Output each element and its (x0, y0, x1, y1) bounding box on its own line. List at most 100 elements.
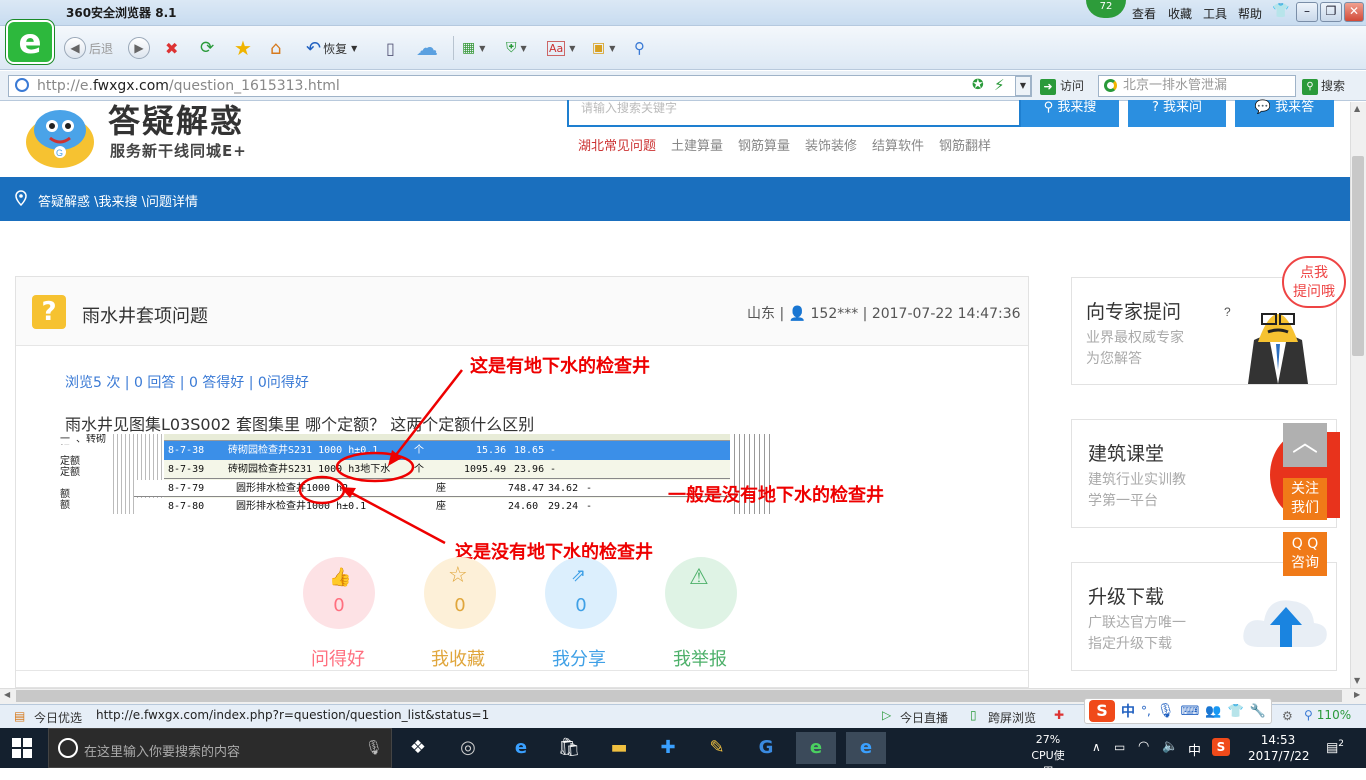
hotlink-decoration[interactable]: 装饰装修 (805, 135, 857, 154)
tray-chevron-icon[interactable]: ∧ (1092, 740, 1101, 754)
download-panel[interactable]: 升级下载 广联达官方唯一 指定升级下载 (1071, 562, 1337, 671)
settings-icon[interactable]: ⚙ (1282, 709, 1293, 723)
task-view-icon[interactable]: ❖ (400, 732, 436, 764)
refresh-icon[interactable]: ⟳ (200, 36, 214, 60)
like-label[interactable]: 问得好 (288, 645, 388, 671)
cross-screen-link[interactable]: 跨屏浏览 (988, 709, 1036, 726)
follow-us-button[interactable]: 关注 我们 (1283, 478, 1327, 520)
hotlink-hubei[interactable]: 湖北常见问题 (578, 135, 656, 154)
vertical-scroll-thumb[interactable] (1352, 156, 1364, 356)
ask-button[interactable]: ? 我来问 (1128, 100, 1226, 127)
store-icon[interactable]: 🛍 (551, 732, 587, 764)
cloud-icon[interactable]: ☁ (416, 36, 438, 61)
plus-icon[interactable]: ✚ (1054, 708, 1064, 722)
back-to-top-button[interactable]: ︿ (1283, 423, 1327, 467)
share-button[interactable]: ⇗ 0 (545, 557, 617, 629)
thumbs-up-icon: 👍 (329, 567, 352, 588)
scroll-right-icon[interactable]: ▶ (1354, 690, 1360, 699)
wifi-icon[interactable]: ◠ (1138, 739, 1149, 754)
hotlink-rebar-detailing[interactable]: 钢筋翻样 (939, 135, 991, 154)
zoom-icon[interactable]: ⚲ (634, 36, 645, 60)
gift-icon[interactable]: ▤ (14, 709, 25, 723)
favorite-label[interactable]: 我收藏 (408, 645, 508, 671)
app-plus-icon[interactable]: ✚ (650, 732, 686, 764)
menu-tools[interactable]: 工具 (1203, 5, 1227, 22)
speed-icon[interactable]: ✪ (972, 77, 984, 93)
qq-consult-button[interactable]: Q Q 咨询 (1283, 532, 1327, 576)
home-icon[interactable]: ⌂ (270, 36, 281, 60)
notes-icon[interactable]: ✎ (699, 732, 735, 764)
wrench-icon: 🔧 (1249, 703, 1266, 719)
today-picks-link[interactable]: 今日优选 (34, 709, 82, 726)
favorite-star-icon[interactable]: ★ (234, 36, 252, 60)
address-dropdown-icon[interactable]: ▼ (1015, 76, 1031, 96)
app-g-icon[interactable]: G (748, 732, 784, 764)
screenshot-icon[interactable]: ▣ ▼ (592, 36, 615, 60)
microphone-icon[interactable]: 🎙 (365, 740, 383, 756)
menu-help[interactable]: 帮助 (1238, 5, 1262, 22)
favorite-button[interactable]: ☆ 0 (424, 557, 496, 629)
maximize-button[interactable]: ❐ (1320, 2, 1342, 22)
phone-icon[interactable]: ▯ (970, 708, 977, 722)
browser-search-button[interactable]: ⚲ 搜索 (1302, 75, 1345, 97)
skin-icon[interactable]: 👕 (1272, 4, 1289, 18)
edge-icon[interactable]: e (503, 732, 539, 764)
report-label[interactable]: 我举报 (650, 645, 750, 671)
volume-icon[interactable]: 🔈 (1162, 739, 1178, 754)
report-button[interactable]: ⚠ (665, 557, 737, 629)
search-submit-button[interactable]: ⚲ 我来搜 (1021, 100, 1119, 127)
close-button[interactable]: ✕ (1344, 2, 1364, 22)
battery-icon[interactable]: ▭ (1114, 740, 1125, 754)
file-explorer-icon[interactable]: ▬ (601, 732, 637, 764)
lightning-icon[interactable]: ⚡ (994, 76, 1005, 94)
browser-360-taskbar-icon[interactable]: e (796, 732, 836, 764)
taskbar-clock[interactable]: 14:53 2017/7/22 (1248, 732, 1310, 764)
site-search-input[interactable]: 请输入搜索关键字 (567, 100, 1021, 127)
swirl-app-icon[interactable]: ◎ (450, 732, 486, 764)
stop-icon[interactable]: ✖ (165, 36, 178, 60)
question-title: 雨水井套项问题 (82, 306, 208, 327)
notification-icon[interactable]: ▤2 (1326, 739, 1344, 755)
menu-view[interactable]: 查看 (1132, 5, 1156, 22)
menu-favorites[interactable]: 收藏 (1168, 5, 1192, 22)
annotation-top: 这是有地下水的检查井 (470, 356, 650, 377)
forward-button[interactable]: ▶ (128, 36, 150, 60)
like-button[interactable]: 👍 0 (303, 557, 375, 629)
zoom-level[interactable]: ⚲ 110% (1304, 708, 1351, 722)
apps-icon[interactable]: ▦ ▼ (462, 36, 485, 60)
hotlink-settlement[interactable]: 结算软件 (872, 135, 924, 154)
scroll-down-icon[interactable]: ▼ (1354, 676, 1360, 685)
minimize-button[interactable]: – (1296, 2, 1318, 22)
ask-bubble[interactable]: 点我 提问哦 (1282, 256, 1346, 308)
sogou-tray-icon[interactable]: S (1212, 738, 1230, 756)
qq-line2: 咨询 (1291, 555, 1319, 571)
today-live-link[interactable]: 今日直播 (900, 709, 948, 726)
shield-icon[interactable]: ⛨ ▼ (506, 36, 527, 60)
ie-taskbar-icon[interactable]: e (846, 732, 886, 764)
attachment-left-label: 定额 (60, 467, 80, 478)
visit-button[interactable]: ➜ 访问 (1040, 75, 1084, 97)
address-input[interactable]: http://e.fwxgx.com/question_1615313.html (8, 75, 1032, 97)
cpu-usage-widget[interactable]: 27% CPU使用 (1026, 732, 1070, 780)
like-count: 0 (333, 595, 345, 616)
tray-ime-mode[interactable]: 中 (1188, 740, 1201, 759)
globe-icon (15, 78, 29, 92)
back-button[interactable]: ◀ 后退 (64, 36, 113, 60)
scroll-up-icon[interactable]: ▲ (1354, 104, 1360, 113)
chevron-up-icon: ︿ (1291, 428, 1318, 458)
cell-unit: 个 (414, 464, 424, 475)
share-label[interactable]: 我分享 (529, 645, 629, 671)
answer-button[interactable]: 💬 我来答 (1235, 100, 1334, 127)
windows-start-icon[interactable] (12, 738, 32, 758)
restore-button[interactable]: ↶ 恢复 ▼ (306, 36, 357, 60)
hotlink-rebar[interactable]: 钢筋算量 (738, 135, 790, 154)
browser-search-input[interactable]: 北京一排水管泄漏 (1098, 75, 1296, 97)
breadcrumb[interactable]: 答疑解惑 \我来搜 \问题详情 (38, 191, 198, 210)
ime-toolbar[interactable]: S 中 °, 🎙 ⌨ 👥 👕 🔧 (1084, 698, 1272, 724)
scroll-left-icon[interactable]: ◀ (4, 690, 10, 699)
hotlink-civil[interactable]: 土建算量 (671, 135, 723, 154)
live-icon[interactable]: ▷ (882, 708, 891, 722)
question-attachment-image[interactable]: 一 、转砌钢 定额 定额 额 额 8-7-38 砖砌园检查井S231 1000 … (60, 434, 770, 514)
phone-icon[interactable]: ▯ (386, 36, 395, 60)
translate-icon[interactable]: Aa ▼ (547, 36, 575, 60)
